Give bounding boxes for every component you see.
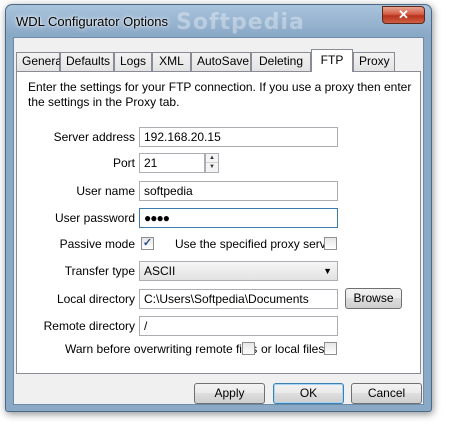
- port-label: Port: [112, 156, 135, 170]
- user-password-input[interactable]: ●●●●: [139, 208, 338, 228]
- user-password-label: User password: [54, 211, 135, 225]
- warn-remote-label: Warn before overwriting remote files: [65, 342, 258, 356]
- user-name-input[interactable]: softpedia: [139, 181, 338, 201]
- use-proxy-label: Use the specified proxy server: [175, 237, 337, 251]
- server-address-label: Server address: [53, 130, 135, 144]
- user-name-label: User name: [76, 184, 135, 198]
- warn-local-label: or local files: [261, 342, 325, 356]
- local-directory-input[interactable]: C:\Users\Softpedia\Documents: [139, 289, 338, 309]
- window-title: WDL Configurator Options: [16, 14, 168, 29]
- cancel-button[interactable]: Cancel: [351, 383, 422, 404]
- remote-directory-input[interactable]: /: [139, 316, 338, 336]
- passive-mode-label: Passive mode: [59, 237, 135, 251]
- tab-general[interactable]: General: [16, 52, 65, 71]
- tab-logs[interactable]: Logs: [114, 52, 152, 71]
- spin-up-icon[interactable]: ▲: [206, 154, 218, 163]
- tab-autosave[interactable]: AutoSave: [191, 52, 251, 71]
- passive-mode-checkbox[interactable]: ✓: [141, 237, 154, 250]
- tab-proxy[interactable]: Proxy: [353, 52, 395, 71]
- transfer-type-label: Transfer type: [64, 264, 135, 278]
- browse-button[interactable]: Browse: [345, 288, 402, 309]
- local-directory-label: Local directory: [56, 292, 135, 306]
- port-spinner[interactable]: ▲ ▼: [205, 153, 219, 173]
- use-proxy-checkbox[interactable]: [324, 237, 337, 250]
- transfer-type-select[interactable]: ASCII ▼: [139, 261, 338, 281]
- tab-defaults[interactable]: Defaults: [60, 52, 114, 71]
- dialog-body: General Defaults Logs XML AutoSave Delet…: [13, 37, 424, 405]
- apply-button[interactable]: Apply: [194, 383, 265, 404]
- warn-local-checkbox[interactable]: [324, 342, 337, 355]
- dropdown-arrow-icon: ▼: [323, 266, 332, 276]
- close-button[interactable]: ✕: [382, 6, 425, 24]
- ok-button[interactable]: OK: [273, 383, 344, 404]
- title-bar[interactable]: WDL Configurator Options Softpedia ✕: [6, 5, 431, 38]
- server-address-input[interactable]: 192.168.20.15: [139, 127, 338, 147]
- tab-deleting[interactable]: Deleting: [251, 52, 311, 71]
- options-window: WDL Configurator Options Softpedia ✕ Gen…: [5, 4, 432, 412]
- port-input[interactable]: 21: [139, 153, 205, 173]
- warn-remote-checkbox[interactable]: [242, 342, 255, 355]
- softpedia-watermark: Softpedia: [176, 10, 305, 35]
- transfer-type-value: ASCII: [144, 264, 176, 278]
- spin-down-icon[interactable]: ▼: [206, 163, 218, 172]
- remote-directory-label: Remote directory: [43, 319, 135, 333]
- ftp-intro-text: Enter the settings for your FTP connecti…: [28, 80, 412, 109]
- tab-xml[interactable]: XML: [152, 52, 191, 71]
- tab-ftp[interactable]: FTP: [311, 49, 353, 72]
- ftp-tab-panel: Enter the settings for your FTP connecti…: [16, 71, 421, 374]
